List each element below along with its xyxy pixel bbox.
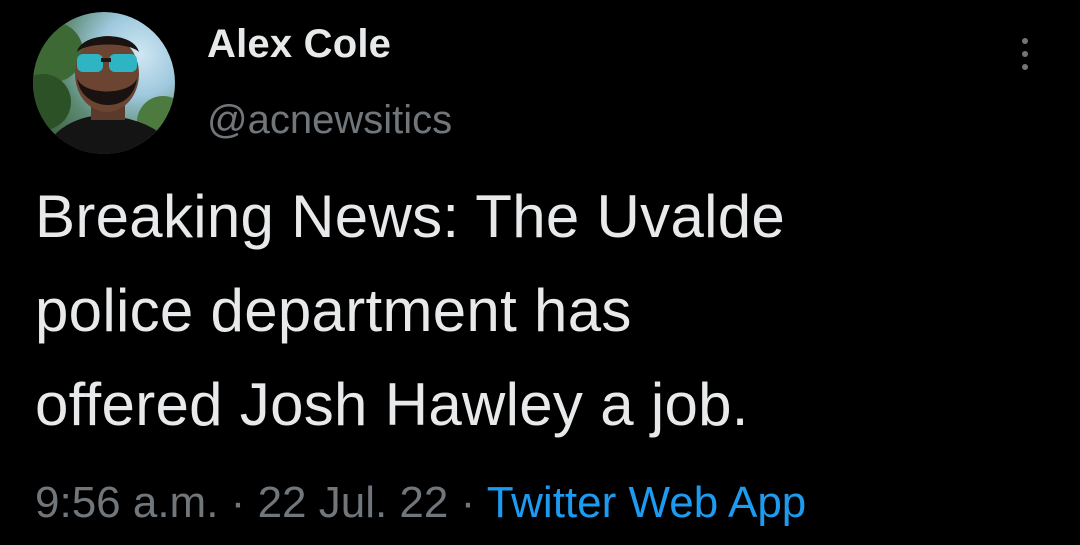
tweet-date[interactable]: 22 Jul. 22 — [258, 478, 449, 527]
user-handle[interactable]: @acnewsitics — [207, 98, 452, 143]
tweet-text-line: police department has — [35, 277, 632, 344]
display-name[interactable]: Alex Cole — [207, 22, 391, 67]
avatar[interactable] — [33, 12, 175, 154]
tweet-text: Breaking News: The Uvalde police departm… — [35, 170, 1055, 452]
tweet-time[interactable]: 9:56 a.m. — [35, 478, 218, 527]
more-dot — [1022, 64, 1028, 70]
more-vertical-icon[interactable] — [1005, 32, 1045, 76]
more-dot — [1022, 38, 1028, 44]
tweet-meta: 9:56 a.m. · 22 Jul. 22 · Twitter Web App — [35, 478, 806, 528]
avatar-image — [33, 22, 175, 154]
more-dot — [1022, 51, 1028, 57]
tweet-text-line: Breaking News: The Uvalde — [35, 183, 786, 250]
tweet-source-link[interactable]: Twitter Web App — [487, 478, 807, 527]
meta-separator: · — [460, 478, 476, 527]
meta-separator: · — [230, 478, 246, 527]
tweet-text-line: offered Josh Hawley a job. — [35, 371, 749, 438]
tweet-card: Alex Cole @acnewsitics Breaking News: Th… — [0, 0, 1080, 545]
